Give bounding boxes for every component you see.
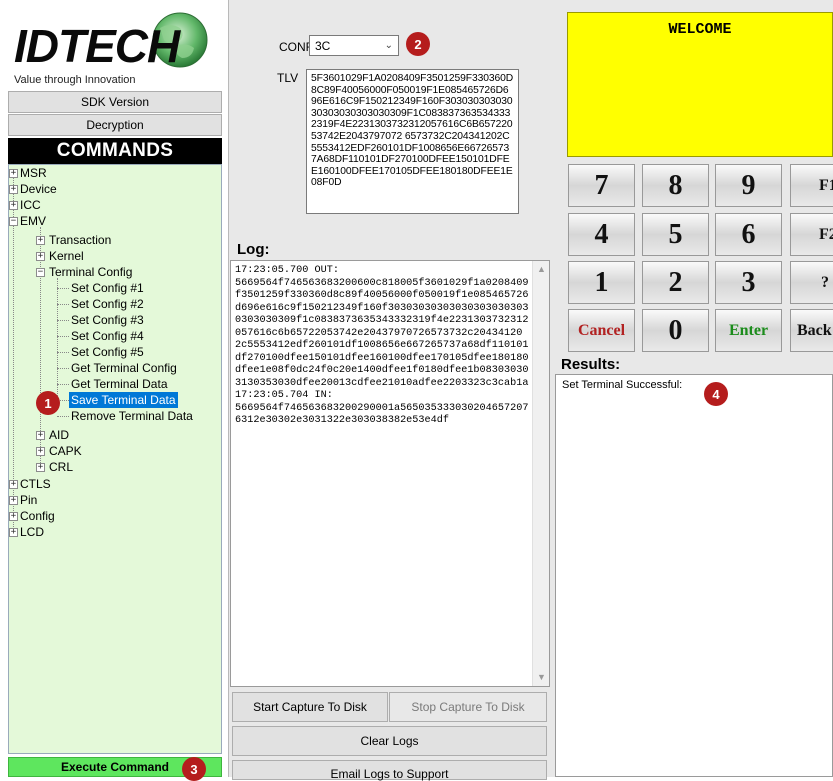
logo-brand: IDTECH bbox=[14, 20, 181, 72]
tree-item-remove-terminal-data[interactable]: Remove Terminal Data bbox=[71, 408, 193, 424]
tree-item-crl[interactable]: CRL bbox=[49, 459, 73, 475]
tree-item-terminal-config[interactable]: Terminal Config bbox=[49, 264, 132, 280]
tree-item-config[interactable]: Config bbox=[20, 508, 55, 524]
lcd-display: WELCOME bbox=[567, 12, 833, 157]
expand-aid-icon[interactable]: + bbox=[36, 431, 45, 440]
scroll-down-icon[interactable]: ▼ bbox=[533, 669, 550, 686]
results-text: Set Terminal Successful: bbox=[562, 379, 683, 391]
callout-badge-1: 1 bbox=[36, 391, 60, 415]
expand-lcd-icon[interactable]: + bbox=[9, 528, 18, 537]
tree-item-lcd[interactable]: LCD bbox=[20, 524, 44, 540]
logo-tagline: Value through Innovation bbox=[14, 74, 136, 86]
sdk-version-button[interactable]: SDK Version bbox=[8, 91, 222, 113]
decryption-button[interactable]: Decryption bbox=[8, 114, 222, 136]
key-f1[interactable]: F1 bbox=[790, 164, 833, 207]
right-panel: WELCOME 7 8 9 F1 4 5 6 F2 1 2 3 ? Cancel… bbox=[555, 0, 833, 777]
key-question[interactable]: ? bbox=[790, 261, 833, 304]
key-enter[interactable]: Enter bbox=[715, 309, 782, 352]
log-textarea[interactable]: 17:23:05.700 OUT: 5669564f74656368320060… bbox=[230, 260, 550, 687]
config-selected-value: 3C bbox=[315, 38, 331, 53]
expand-transaction-icon[interactable]: + bbox=[36, 236, 45, 245]
tree-item-device[interactable]: Device bbox=[20, 181, 57, 197]
key-1[interactable]: 1 bbox=[568, 261, 635, 304]
expand-pin-icon[interactable]: + bbox=[9, 496, 18, 505]
tree-item-pin[interactable]: Pin bbox=[20, 492, 37, 508]
key-f2[interactable]: F2 bbox=[790, 213, 833, 256]
idtech-logo: IDTECH Value through Innovation bbox=[8, 10, 220, 88]
config-select[interactable]: 3C ⌄ bbox=[309, 35, 399, 56]
expand-config-icon[interactable]: + bbox=[9, 512, 18, 521]
key-8[interactable]: 8 bbox=[642, 164, 709, 207]
tree-item-msr[interactable]: MSR bbox=[20, 165, 47, 181]
expand-msr-icon[interactable]: + bbox=[9, 169, 18, 178]
callout-badge-3: 3 bbox=[182, 757, 206, 781]
tree-item-set-config-1[interactable]: Set Config #1 bbox=[71, 280, 144, 296]
key-0[interactable]: 0 bbox=[642, 309, 709, 352]
log-label: Log: bbox=[237, 241, 270, 258]
tree-item-set-config-2[interactable]: Set Config #2 bbox=[71, 296, 144, 312]
key-9[interactable]: 9 bbox=[715, 164, 782, 207]
key-3[interactable]: 3 bbox=[715, 261, 782, 304]
collapse-emv-icon[interactable]: − bbox=[9, 217, 18, 226]
email-logs-button[interactable]: Email Logs to Support bbox=[232, 760, 547, 781]
key-cancel[interactable]: Cancel bbox=[568, 309, 635, 352]
tree-item-get-terminal-config[interactable]: Get Terminal Config bbox=[71, 360, 177, 376]
expand-crl-icon[interactable]: + bbox=[36, 463, 45, 472]
commands-header: COMMANDS bbox=[8, 138, 222, 164]
tree-item-transaction[interactable]: Transaction bbox=[49, 232, 111, 248]
command-tree: + MSR + Device + ICC − EMV + Transaction… bbox=[8, 164, 222, 754]
expand-icc-icon[interactable]: + bbox=[9, 201, 18, 210]
start-capture-button[interactable]: Start Capture To Disk bbox=[232, 692, 388, 722]
expand-capk-icon[interactable]: + bbox=[36, 447, 45, 456]
results-label: Results: bbox=[561, 356, 621, 373]
tree-item-save-terminal-data[interactable]: Save Terminal Data bbox=[69, 392, 178, 408]
left-panel: IDTECH Value through Innovation SDK Vers… bbox=[0, 0, 229, 777]
tree-item-emv[interactable]: EMV bbox=[20, 213, 46, 229]
tree-item-ctls[interactable]: CTLS bbox=[20, 476, 51, 492]
log-scrollbar[interactable]: ▲ ▼ bbox=[532, 261, 549, 686]
stop-capture-button[interactable]: Stop Capture To Disk bbox=[389, 692, 547, 722]
tree-item-get-terminal-data[interactable]: Get Terminal Data bbox=[71, 376, 168, 392]
tree-item-capk[interactable]: CAPK bbox=[49, 443, 82, 459]
clear-logs-button[interactable]: Clear Logs bbox=[232, 726, 547, 756]
chevron-down-icon: ⌄ bbox=[384, 40, 393, 51]
middle-panel: CONFIG 3C ⌄ TLV 5F3601029F1A0208409F3501… bbox=[229, 0, 559, 781]
scroll-up-icon[interactable]: ▲ bbox=[533, 261, 550, 278]
expand-device-icon[interactable]: + bbox=[9, 185, 18, 194]
key-2[interactable]: 2 bbox=[642, 261, 709, 304]
callout-badge-2: 2 bbox=[406, 32, 430, 56]
tree-item-aid[interactable]: AID bbox=[49, 427, 69, 443]
results-textarea[interactable]: Set Terminal Successful: bbox=[555, 374, 833, 777]
tree-item-set-config-5[interactable]: Set Config #5 bbox=[71, 344, 144, 360]
callout-badge-4: 4 bbox=[704, 382, 728, 406]
tree-item-icc[interactable]: ICC bbox=[20, 197, 41, 213]
tree-item-set-config-3[interactable]: Set Config #3 bbox=[71, 312, 144, 328]
tree-item-set-config-4[interactable]: Set Config #4 bbox=[71, 328, 144, 344]
welcome-text: WELCOME bbox=[668, 21, 732, 38]
key-6[interactable]: 6 bbox=[715, 213, 782, 256]
expand-ctls-icon[interactable]: + bbox=[9, 480, 18, 489]
key-back[interactable]: Back bbox=[790, 309, 833, 352]
tlv-textarea[interactable]: 5F3601029F1A0208409F3501259F330360D8C89F… bbox=[306, 69, 519, 214]
tree-item-kernel[interactable]: Kernel bbox=[49, 248, 84, 264]
key-5[interactable]: 5 bbox=[642, 213, 709, 256]
key-4[interactable]: 4 bbox=[568, 213, 635, 256]
log-text: 17:23:05.700 OUT: 5669564f74656368320060… bbox=[235, 265, 529, 426]
collapse-terminal-config-icon[interactable]: − bbox=[36, 268, 45, 277]
expand-kernel-icon[interactable]: + bbox=[36, 252, 45, 261]
tlv-label: TLV bbox=[277, 71, 299, 85]
key-7[interactable]: 7 bbox=[568, 164, 635, 207]
